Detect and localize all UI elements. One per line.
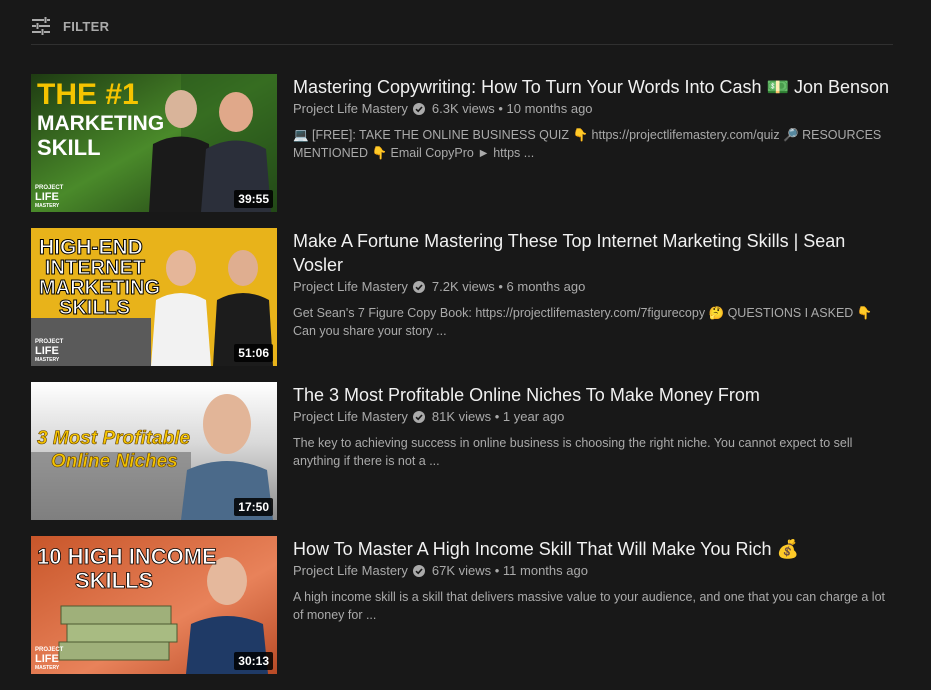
video-result[interactable]: THE #1 MARKETING SKILL PROJECT LIFE MAST… (31, 74, 893, 212)
meta-separator: • (494, 279, 507, 294)
video-info: Mastering Copywriting: How To Turn Your … (293, 74, 893, 212)
filter-bar[interactable]: FILTER (31, 8, 893, 45)
meta-separator: • (491, 563, 503, 578)
channel-name[interactable]: Project Life Mastery (293, 100, 408, 118)
video-thumbnail[interactable]: 10 HIGH INCOME SKILLS PROJECT LIFE MASTE… (31, 536, 277, 674)
channel-name[interactable]: Project Life Mastery (293, 408, 408, 426)
thumbnail-text: SKILLS (59, 297, 130, 319)
logo-text: MASTERY (35, 203, 60, 209)
meta-separator: • (494, 101, 507, 116)
duration-badge: 17:50 (234, 498, 273, 516)
video-description: Get Sean's 7 Figure Copy Book: https://p… (293, 306, 873, 338)
view-count: 7.2K views (431, 279, 495, 294)
video-description: The key to achieving success in online b… (293, 436, 853, 468)
video-info: The 3 Most Profitable Online Niches To M… (293, 382, 893, 520)
video-meta: Project Life Mastery 7.2K views • 6 mont… (293, 278, 893, 296)
video-description: A high income skill is a skill that deli… (293, 590, 885, 622)
filter-sliders-icon[interactable] (31, 14, 55, 38)
verified-icon (412, 411, 425, 423)
video-result[interactable]: HIGH-END INTERNET MARKETING SKILLS PROJE… (31, 228, 893, 366)
thumbnail-text: THE #1 (37, 78, 139, 111)
video-title[interactable]: How To Master A High Income Skill That W… (293, 537, 893, 561)
video-title[interactable]: The 3 Most Profitable Online Niches To M… (293, 383, 893, 407)
duration-badge: 30:13 (234, 652, 273, 670)
verified-icon (412, 281, 425, 293)
thumbnail-text: SKILLS (75, 568, 153, 593)
logo-text: MASTERY (35, 665, 60, 671)
view-count: 81K views (431, 409, 492, 424)
video-title[interactable]: Make A Fortune Mastering These Top Inter… (293, 229, 893, 277)
logo-text: LIFE (35, 653, 59, 665)
thumbnail-text: MARKETING (37, 112, 164, 135)
filter-label[interactable]: FILTER (63, 19, 109, 34)
upload-age: 11 months ago (502, 563, 588, 578)
verified-icon (412, 565, 425, 577)
video-info: Make A Fortune Mastering These Top Inter… (293, 228, 893, 366)
video-result[interactable]: 3 Most Profitable Online Niches 17:50 Th… (31, 382, 893, 520)
view-count: 67K views (431, 563, 492, 578)
video-meta: Project Life Mastery 67K views • 11 mont… (293, 562, 893, 580)
upload-age: 10 months ago (506, 101, 593, 116)
upload-age: 6 months ago (506, 279, 586, 294)
video-thumbnail[interactable]: HIGH-END INTERNET MARKETING SKILLS PROJE… (31, 228, 277, 366)
video-title[interactable]: Mastering Copywriting: How To Turn Your … (293, 75, 893, 99)
thumbnail-text: SKILL (37, 135, 101, 160)
thumbnail-text: INTERNET (45, 257, 145, 279)
thumbnail-text: 3 Most Profitable (37, 428, 191, 449)
duration-badge: 39:55 (234, 190, 273, 208)
upload-age: 1 year ago (502, 409, 565, 424)
video-result[interactable]: 10 HIGH INCOME SKILLS PROJECT LIFE MASTE… (31, 536, 893, 674)
video-info: How To Master A High Income Skill That W… (293, 536, 893, 674)
meta-separator: • (491, 409, 503, 424)
channel-name[interactable]: Project Life Mastery (293, 278, 408, 296)
video-thumbnail[interactable]: 3 Most Profitable Online Niches 17:50 (31, 382, 277, 520)
video-description: 💻 [FREE]: TAKE THE ONLINE BUSINESS QUIZ … (293, 128, 882, 160)
duration-badge: 51:06 (234, 344, 273, 362)
logo-text: MASTERY (35, 357, 60, 363)
video-meta: Project Life Mastery 81K views • 1 year … (293, 408, 893, 426)
thumbnail-text: MARKETING (39, 277, 160, 299)
logo-text: LIFE (35, 345, 59, 357)
search-results-list: THE #1 MARKETING SKILL PROJECT LIFE MAST… (31, 74, 893, 690)
video-meta: Project Life Mastery 6.3K views • 10 mon… (293, 100, 893, 118)
verified-icon (412, 103, 425, 115)
thumbnail-text: 10 HIGH INCOME (37, 544, 217, 569)
view-count: 6.3K views (431, 101, 495, 116)
thumbnail-text: Online Niches (51, 451, 178, 472)
logo-text: LIFE (35, 191, 59, 203)
thumbnail-text: HIGH-END (39, 236, 143, 259)
channel-name[interactable]: Project Life Mastery (293, 562, 408, 580)
video-thumbnail[interactable]: THE #1 MARKETING SKILL PROJECT LIFE MAST… (31, 74, 277, 212)
